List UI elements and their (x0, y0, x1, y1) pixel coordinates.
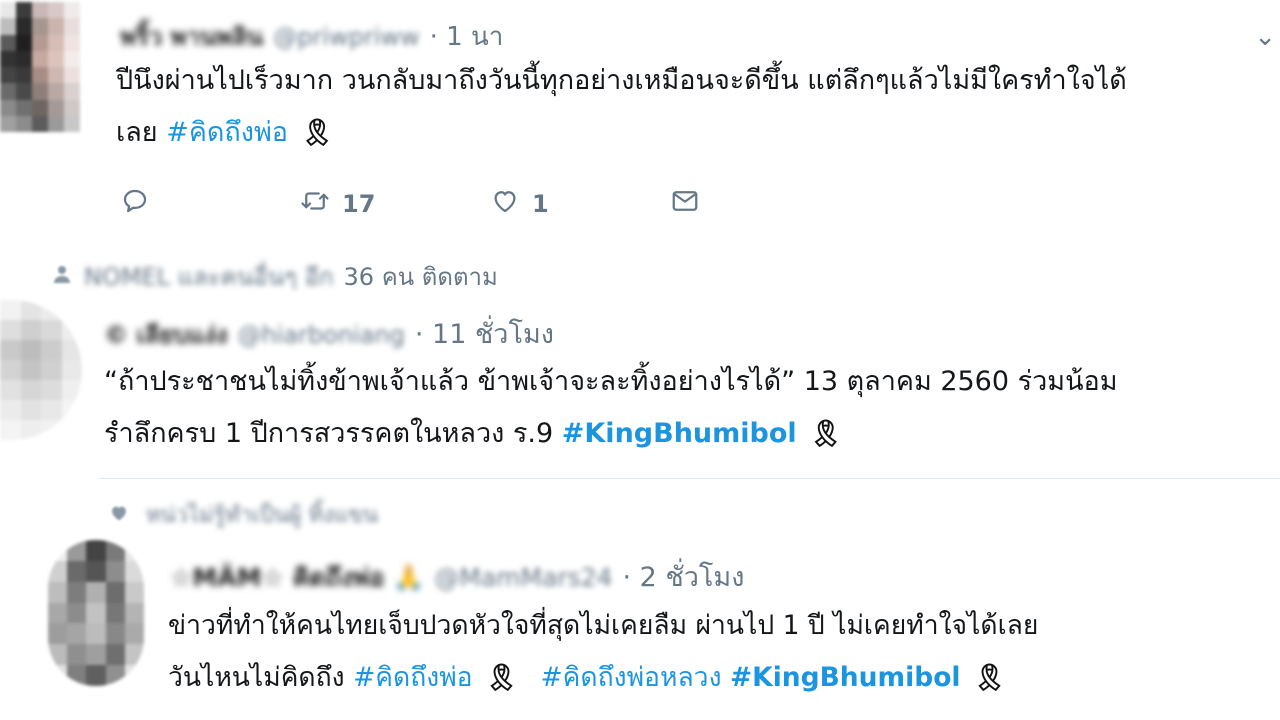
ribbon-icon: 🎗 (809, 419, 843, 449)
tweet-text: ปีนึงผ่านไปเร็วมาก วนกลับมาถึงวันนี้ทุกอ… (116, 55, 1127, 159)
ribbon-icon: 🎗 (300, 118, 334, 148)
tweet-text-fragment: รำลึกครบ 1 ปีการสวรรคตในหลวง ร.9 (104, 418, 554, 449)
like-button[interactable]: 1 (490, 186, 670, 222)
username[interactable]: @MamMars24 (434, 563, 612, 592)
like-count: 1 (532, 190, 549, 218)
like-icon (490, 186, 520, 222)
reply-icon (120, 186, 150, 222)
username[interactable]: @hiarboniang (237, 321, 404, 349)
thread-context-text[interactable]: หน่วไม่รู้ทำเป็นผู้ ทิ้งแขน (146, 497, 378, 532)
tweet-text-fragment: วันไหนไม่คิดถึง (168, 662, 345, 693)
timeline-feed: ⌄ พริ้ว พานพลิน @priwpriww · 1 นา ปีนึงผ… (0, 0, 1280, 720)
avatar-pixels (48, 540, 144, 686)
thread-context: หน่วไม่รู้ทำเป็นผู้ ทิ้งแขน (108, 497, 378, 532)
avatar[interactable] (48, 540, 144, 686)
direct-message-button[interactable] (670, 186, 700, 222)
chevron-down-icon[interactable]: ⌄ (1254, 22, 1276, 52)
timestamp[interactable]: · 1 นา (430, 16, 504, 57)
ribbon-icon: 🎗 (972, 663, 1006, 693)
social-context-names[interactable]: NOMEL และคนอื่นๆ อีก (84, 257, 334, 296)
hashtag-link[interactable]: #KingBhumibol (730, 662, 961, 693)
tweet-header: ☆MÄM☆ คิดถึงพ่อ 🙏 @MamMars24 · 2 ชั่วโมง (170, 555, 744, 598)
timestamp[interactable]: · 2 ชั่วโมง (623, 555, 745, 598)
tweet-text-line: เลย #คิดถึงพ่อ 🎗 (116, 107, 1127, 159)
avatar[interactable] (0, 2, 80, 132)
tweet-text-fragment: เลย (116, 117, 158, 148)
heart-icon (108, 502, 130, 528)
display-name[interactable]: © เลียบแง่ง (104, 315, 227, 354)
message-icon (670, 186, 700, 222)
avatar-pixels (0, 2, 80, 132)
person-icon (50, 262, 74, 292)
avatar-pixels (0, 300, 82, 440)
tweet-text-line: รำลึกครบ 1 ปีการสวรรคตในหลวง ร.9 #KingBh… (104, 408, 1118, 460)
reply-button[interactable] (120, 186, 300, 222)
retweet-button[interactable]: 17 (300, 186, 490, 222)
divider (98, 478, 1280, 479)
tweet-text: ข่าวที่ทำให้คนไทยเจ็บปวดหัวใจที่สุดไม่เค… (168, 600, 1038, 704)
tweet-actions: 17 1 (120, 180, 700, 228)
username[interactable]: @priwpriww (273, 23, 419, 51)
hashtag-link[interactable]: #คิดถึงพ่อหลวง (540, 662, 721, 693)
social-context-count: 36 คน ติดตาม (343, 263, 498, 291)
hashtag-link[interactable]: #คิดถึงพ่อ (166, 117, 288, 148)
tweet-text-line: “ถ้าประชาชนไม่ทิ้งข้าพเจ้าแล้ว ข้าพเจ้าจ… (104, 366, 1118, 397)
ribbon-icon: 🎗 (485, 663, 519, 693)
tweet-header: พริ้ว พานพลิน @priwpriww · 1 นา (120, 16, 503, 57)
hashtag-link[interactable]: #คิดถึงพ่อ (353, 662, 473, 693)
tweet-header: © เลียบแง่ง @hiarboniang · 11 ชั่วโมง (104, 312, 554, 355)
hashtag-link[interactable]: #KingBhumibol (562, 418, 797, 449)
avatar[interactable] (0, 300, 82, 440)
retweet-icon (300, 186, 330, 222)
tweet-text-line: ปีนึงผ่านไปเร็วมาก วนกลับมาถึงวันนี้ทุกอ… (116, 65, 1127, 96)
timestamp[interactable]: · 11 ชั่วโมง (415, 312, 554, 355)
display-name[interactable]: ☆MÄM☆ คิดถึงพ่อ 🙏 (170, 558, 424, 598)
tweet-text-line: วันไหนไม่คิดถึง #คิดถึงพ่อ 🎗 #คิดถึงพ่อห… (168, 652, 1038, 704)
retweet-count: 17 (342, 190, 376, 218)
tweet-text: “ถ้าประชาชนไม่ทิ้งข้าพเจ้าแล้ว ข้าพเจ้าจ… (104, 356, 1118, 460)
tweet-text-line: ข่าวที่ทำให้คนไทยเจ็บปวดหัวใจที่สุดไม่เค… (168, 610, 1039, 641)
social-context: NOMEL และคนอื่นๆ อีก 36 คน ติดตาม (50, 257, 498, 296)
display-name[interactable]: พริ้ว พานพลิน (120, 17, 263, 56)
